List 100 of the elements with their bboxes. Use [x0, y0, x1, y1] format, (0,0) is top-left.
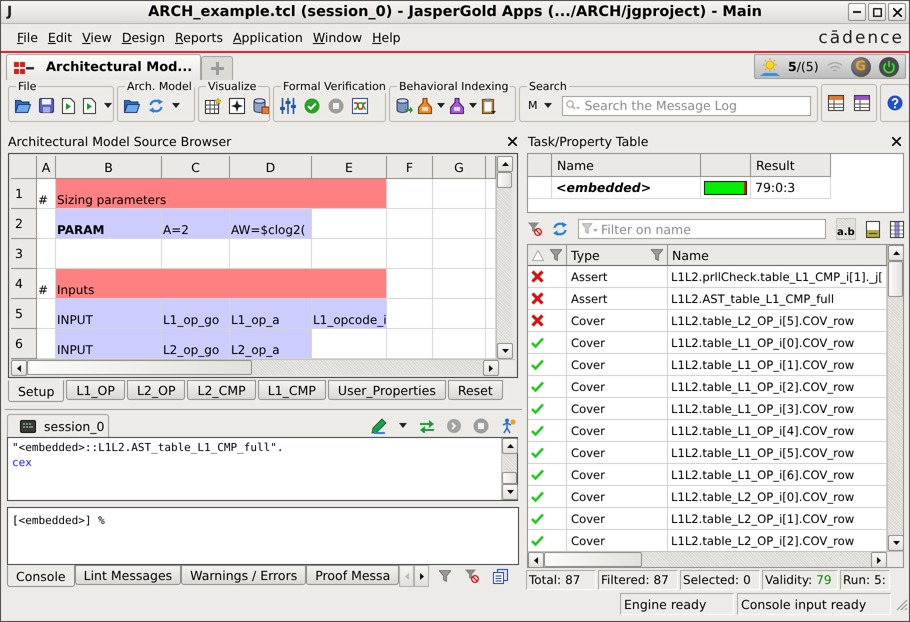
- arrow-down-icon[interactable]: [506, 490, 514, 494]
- row-header[interactable]: 2: [11, 209, 37, 239]
- power-icon[interactable]: [878, 56, 899, 76]
- scrollbar-thumb[interactable]: [497, 172, 512, 188]
- document-icon[interactable]: [62, 98, 75, 114]
- console-tab[interactable]: Proof Messa: [306, 565, 400, 585]
- waveform-icon[interactable]: [352, 98, 368, 114]
- column-header[interactable]: Name: [668, 245, 887, 266]
- menu-item[interactable]: Help: [367, 30, 406, 45]
- scrollbar-thumb[interactable]: [544, 552, 642, 567]
- caret-icon[interactable]: [437, 103, 445, 108]
- help-icon[interactable]: [887, 95, 903, 111]
- star-icon[interactable]: [229, 98, 245, 114]
- sliders-icon[interactable]: [280, 98, 296, 114]
- arrow-right-icon[interactable]: [489, 364, 493, 372]
- minimize-button[interactable]: [848, 3, 866, 21]
- workspace-tab[interactable]: Architectural Mod...: [6, 54, 201, 80]
- filter-field[interactable]: Filter on name: [578, 219, 826, 239]
- scroll-down-button[interactable]: [497, 343, 513, 359]
- close-button[interactable]: [888, 3, 906, 21]
- copy-icon[interactable]: [493, 568, 508, 584]
- app-logo[interactable]: J: [4, 4, 12, 20]
- arrow-right-icon[interactable]: [420, 572, 424, 580]
- sheet-tab[interactable]: Reset: [448, 380, 503, 400]
- row-header[interactable]: 1: [11, 179, 37, 209]
- column-header[interactable]: [528, 245, 567, 266]
- spreadsheet[interactable]: A B C D E F G 1 # Sizing parameters 2 PARAM A=2 AW=$clog2( 3 4 # Inputs 5 INPUT L1_op_go L1_op_a L1_opcode_i 6 INPUT L2_op_go L2_op_a: [8, 153, 518, 378]
- console-tab[interactable]: Console: [7, 565, 75, 587]
- caret-icon[interactable]: [469, 103, 477, 108]
- match-toggle[interactable]: a.b: [836, 218, 856, 240]
- sheet-tab[interactable]: L1_CMP: [258, 380, 326, 400]
- sheet-tab[interactable]: L2_CMP: [187, 380, 256, 400]
- maximize-icon[interactable]: [872, 8, 882, 16]
- maximize-button[interactable]: [868, 3, 886, 21]
- menu-item[interactable]: Window: [308, 30, 368, 45]
- scroll-right-button[interactable]: [483, 360, 499, 376]
- grid-icon[interactable]: [205, 98, 221, 114]
- column-header[interactable]: Name: [552, 154, 701, 177]
- scroll-up-button[interactable]: [497, 156, 513, 172]
- search-field[interactable]: Search the Message Log: [562, 96, 811, 116]
- scrollbar-thumb[interactable]: [502, 472, 517, 484]
- menu-item[interactable]: File: [12, 30, 43, 45]
- pencil-icon[interactable]: [371, 418, 387, 434]
- resize-grip-icon[interactable]: [894, 597, 908, 611]
- console-tab[interactable]: Warnings / Errors: [181, 565, 306, 585]
- menu-item[interactable]: Design: [116, 30, 170, 45]
- arrow-down-icon[interactable]: [502, 349, 508, 353]
- filter-clear-icon[interactable]: [465, 569, 480, 583]
- refresh-icon[interactable]: [552, 222, 568, 236]
- menu-item[interactable]: Edit: [42, 30, 78, 45]
- flask-icon[interactable]: [418, 98, 432, 114]
- caret-icon[interactable]: [544, 103, 552, 108]
- vertical-scrollbar[interactable]: [496, 156, 512, 359]
- scroll-right-button[interactable]: [871, 552, 887, 568]
- filter-icon[interactable]: [439, 570, 452, 582]
- sheet-tab[interactable]: Setup: [8, 380, 64, 402]
- filter-clear-icon[interactable]: [528, 222, 542, 236]
- arrow-left-icon[interactable]: [17, 364, 21, 372]
- table-icon[interactable]: [828, 95, 844, 111]
- scroll-left-button[interactable]: [11, 360, 27, 376]
- tab-scroll-right-button[interactable]: [414, 565, 430, 587]
- row-header[interactable]: 6: [11, 329, 37, 359]
- database-icon[interactable]: [253, 98, 269, 114]
- menu-item[interactable]: Application: [228, 30, 308, 45]
- console-input[interactable]: [<embedded>] %: [7, 507, 519, 565]
- column-header[interactable]: B: [56, 156, 162, 179]
- person-icon[interactable]: [501, 418, 516, 434]
- scroll-up-button[interactable]: [888, 245, 904, 261]
- sheet-tab[interactable]: L2_OP: [126, 380, 186, 400]
- column-header[interactable]: G: [433, 156, 486, 179]
- folder-icon[interactable]: [15, 98, 31, 112]
- scrollbar-thumb[interactable]: [27, 360, 252, 375]
- column-header[interactable]: F: [387, 156, 433, 179]
- close-icon[interactable]: [892, 137, 901, 146]
- arrow-up-icon[interactable]: [892, 251, 900, 255]
- caret-icon[interactable]: [399, 423, 407, 428]
- check-circle-icon[interactable]: [304, 98, 320, 114]
- swap-icon[interactable]: [419, 418, 435, 432]
- menu-item[interactable]: View: [77, 30, 117, 45]
- scroll-down-button[interactable]: [502, 484, 518, 500]
- scroll-up-button[interactable]: [502, 438, 518, 454]
- flask-icon[interactable]: [450, 98, 464, 114]
- panel-icon[interactable]: [866, 220, 880, 238]
- column-header[interactable]: A: [37, 156, 56, 179]
- vertical-scrollbar[interactable]: [887, 245, 903, 551]
- filter-icon[interactable]: [550, 249, 562, 261]
- arrow-down-icon[interactable]: [892, 541, 900, 545]
- refresh-icon[interactable]: [148, 98, 164, 112]
- filter-icon[interactable]: [651, 249, 663, 261]
- database-icon[interactable]: [396, 98, 413, 114]
- horizontal-scrollbar[interactable]: [11, 359, 515, 375]
- vertical-scrollbar[interactable]: [501, 438, 517, 500]
- columns-icon[interactable]: [890, 220, 904, 238]
- table-icon[interactable]: [854, 95, 870, 111]
- column-header[interactable]: Result: [751, 154, 831, 177]
- sheet-tab[interactable]: L1_OP: [66, 380, 125, 400]
- console-tab[interactable]: Lint Messages: [74, 565, 182, 585]
- sheet-tab[interactable]: User_Properties: [328, 380, 446, 400]
- row-header[interactable]: 3: [11, 239, 37, 269]
- scroll-left-button[interactable]: [528, 552, 544, 568]
